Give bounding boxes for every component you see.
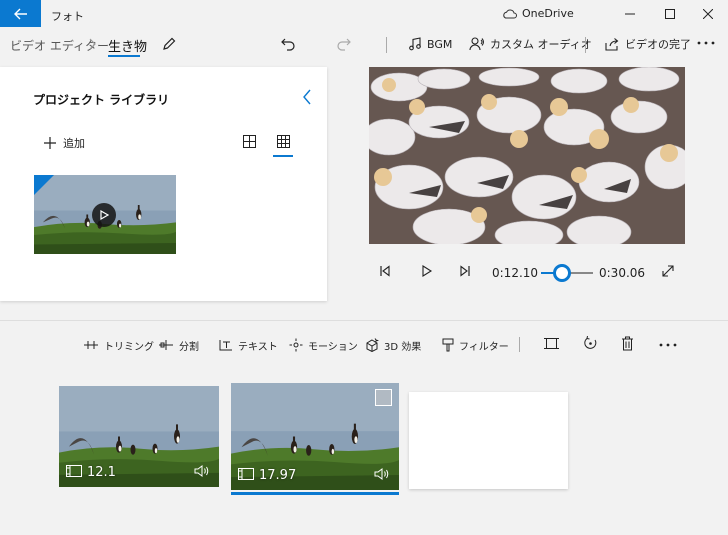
chevron-left-icon[interactable] [302,89,312,105]
rotate-icon[interactable] [583,336,598,351]
plus-icon [44,137,56,149]
total-time: 0:30.06 [599,266,646,280]
custom-audio-label: カスタム オーディオ [490,38,592,51]
clip-duration: 12.1 [87,465,116,480]
3d-effects-label: 3D 効果 [384,341,422,353]
project-title[interactable]: 生き物 [108,36,147,55]
trim-label: トリミング [104,341,154,353]
undo-icon[interactable] [280,36,296,52]
onedrive-label: OneDrive [522,7,574,20]
text-label: テキスト [238,341,278,353]
finish-video-button[interactable]: ビデオの完了 [605,33,691,55]
trim-icon [84,341,98,349]
bgm-button[interactable]: BGM [408,33,452,55]
step-forward-icon[interactable] [459,265,471,277]
app-title: フォト [51,10,84,23]
video-preview[interactable] [369,67,685,244]
add-media-button[interactable]: 追加 [43,135,85,151]
split-icon [159,340,173,350]
motion-label: モーション [308,341,358,353]
music-note-icon [409,37,421,51]
fullscreen-icon[interactable] [662,265,674,277]
filter-button[interactable]: フィルター [442,337,509,353]
more-options-icon[interactable] [659,343,677,347]
filter-icon [442,338,454,352]
preview-frame [369,67,685,244]
maximize-icon [665,8,675,19]
small-grid-view-icon[interactable] [277,135,290,148]
project-library-title: プロジェクト ライブラリ [33,93,170,107]
resize-icon[interactable] [544,336,559,351]
text-icon [219,340,232,351]
clip-duration: 17.97 [259,468,297,483]
onedrive-status[interactable]: OneDrive [502,7,574,20]
edit-pencil-icon[interactable] [161,36,177,52]
empty-storyboard-slot[interactable] [409,392,568,489]
close-icon [703,8,713,19]
added-to-project-marker [34,175,54,195]
storyboard-clip-selected[interactable]: 17.97 [231,383,399,490]
current-time: 0:12.10 [492,266,539,280]
text-button[interactable]: テキスト [219,337,278,353]
minimize-icon [625,13,635,14]
toolbar-separator [585,37,586,53]
cloud-icon [503,9,517,18]
custom-audio-button[interactable]: カスタム オーディオ [469,33,592,55]
volume-icon[interactable] [194,465,210,477]
motion-icon [289,338,303,352]
play-preview-button[interactable] [92,203,116,227]
storyboard-separator [519,337,520,352]
finish-video-label: ビデオの完了 [625,38,691,51]
volume-icon[interactable] [374,468,390,480]
delete-icon[interactable] [621,336,634,351]
split-label: 分割 [179,341,199,353]
back-button[interactable] [0,0,41,27]
redo-icon[interactable] [336,36,352,52]
chevron-right-icon [89,38,96,50]
title-bar: フォト OneDrive [0,0,728,30]
clip-select-checkbox[interactable] [375,389,392,406]
project-library-panel: プロジェクト ライブラリ 追加 [0,67,327,301]
add-media-label: 追加 [63,137,85,150]
toolbar-separator [386,37,387,53]
trim-button[interactable]: トリミング [83,337,154,353]
project-title-underline [108,55,140,57]
filter-label: フィルター [459,341,509,353]
motion-button[interactable]: モーション [289,337,358,353]
storyboard-clip[interactable]: 12.1 [59,386,219,487]
library-video-thumbnail[interactable] [34,175,176,254]
seek-thumb[interactable] [552,264,571,282]
arrow-left-icon [13,8,27,19]
video-clip-icon [66,465,82,477]
person-audio-icon [469,37,484,51]
step-back-icon[interactable] [379,265,391,277]
export-share-icon [605,38,619,51]
minimize-button[interactable] [610,0,650,27]
view-mode-underline [273,155,293,157]
large-grid-view-icon[interactable] [243,135,256,148]
bgm-label: BGM [427,37,453,51]
close-button[interactable] [688,0,728,27]
3d-effects-button[interactable]: 3D 効果 [365,337,421,353]
video-clip-icon [238,468,254,480]
split-button[interactable]: 分割 [158,337,199,353]
play-icon [100,210,109,220]
maximize-button[interactable] [650,0,690,27]
3d-effects-icon [366,338,379,352]
play-icon[interactable] [421,265,433,277]
selected-clip-underline [231,492,399,495]
more-options-icon[interactable] [697,41,715,45]
